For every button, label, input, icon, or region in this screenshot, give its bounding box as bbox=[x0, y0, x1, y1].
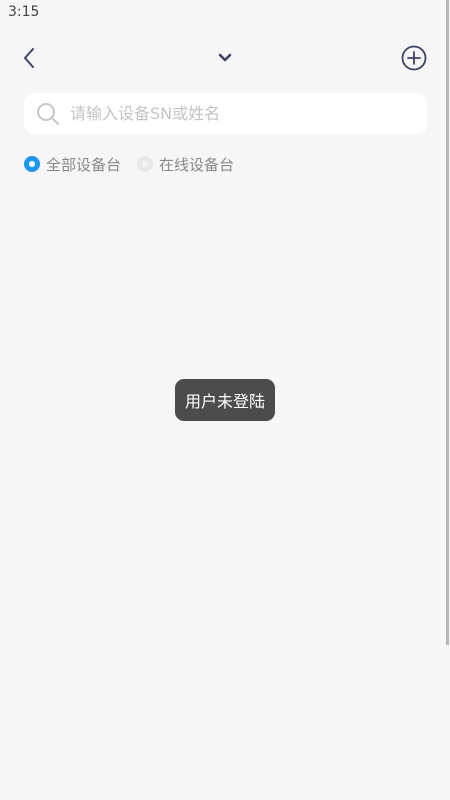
scrollbar-thumb[interactable] bbox=[446, 0, 449, 645]
radio-checked-icon bbox=[24, 156, 40, 172]
search-box[interactable] bbox=[24, 93, 427, 134]
back-button[interactable] bbox=[14, 44, 44, 72]
add-device-button[interactable] bbox=[398, 42, 430, 74]
filter-all-devices[interactable]: 全部设备台 bbox=[24, 152, 121, 176]
plus-circle-icon bbox=[401, 45, 427, 71]
device-list-screen: 3:15 全部设备台 bbox=[0, 0, 450, 800]
search-input[interactable] bbox=[70, 93, 415, 134]
filter-all-label: 全部设备台 bbox=[46, 155, 122, 174]
status-bar: 3:15 bbox=[0, 0, 450, 26]
status-time: 3:15 bbox=[8, 4, 40, 20]
search-icon bbox=[37, 103, 59, 125]
header-bar bbox=[0, 36, 450, 80]
chevron-down-icon bbox=[218, 53, 232, 62]
radio-unchecked-icon bbox=[137, 156, 153, 172]
filter-online-label: 在线设备台 bbox=[159, 155, 235, 174]
device-filter-group: 全部设备台 在线设备台 bbox=[0, 152, 450, 176]
filter-online-devices[interactable]: 在线设备台 bbox=[137, 152, 234, 176]
chevron-left-icon bbox=[24, 48, 34, 68]
toast-message: 用户未登陆 bbox=[175, 379, 275, 421]
device-group-dropdown[interactable] bbox=[210, 46, 240, 70]
toast-text: 用户未登陆 bbox=[184, 392, 265, 411]
